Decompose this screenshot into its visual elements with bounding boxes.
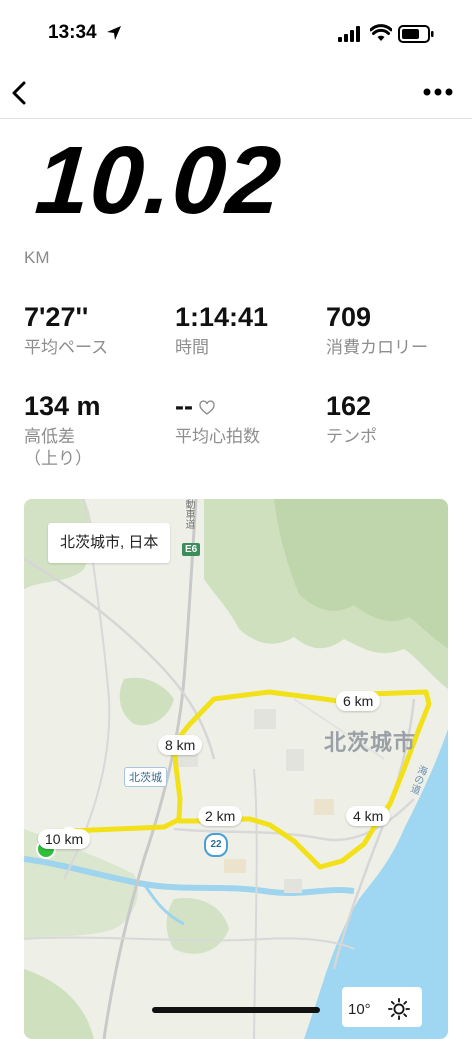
map-canvas [24,499,448,1039]
distance-unit: KM [24,248,50,267]
map-location-chip[interactable]: 北茨城市, 日本 [48,523,171,563]
duration-label: 時間 [175,338,209,357]
station-label: 北茨城 [124,767,167,787]
wifi-icon [370,24,392,41]
city-label: 北茨城市 [324,730,417,755]
km-label-10: 10 km [38,829,91,849]
road-shield-e6: E6 [182,543,201,556]
home-indicator [152,1007,320,1013]
km-label-4: 4 km [346,806,391,826]
heart-rate-value: -- [175,391,193,421]
km-label-2: 2 km [198,806,243,826]
cadence-label: テンポ [326,427,377,446]
sun-icon [388,998,410,1020]
route-badge-22: 22 [204,833,228,857]
road-label-vertical: 動車道 [183,499,194,529]
km-label-6: 6 km [336,691,381,711]
status-bar: 13:34 [0,0,472,70]
elevation-label: 高低差 （上り） [24,427,92,468]
heart-rate-value-row: -- [175,391,215,422]
weather-temp: 10° [348,1001,371,1018]
battery-icon [398,25,434,43]
elevation-value: 134 m [24,391,101,421]
weather-chip: 10° [342,987,422,1027]
nav-bar [0,70,472,119]
back-chevron-icon[interactable] [6,76,34,110]
location-arrow-icon [107,26,121,40]
route-map[interactable]: E6 動車道 北茨城 22 海の道 北茨城市 北茨城市, 日本 2 km 4 k… [24,499,448,1039]
distance-value: 10.02 [32,127,285,234]
heart-icon [199,400,215,415]
status-time: 13:34 [48,22,97,43]
calories-value: 709 [326,302,372,332]
cadence-value: 162 [326,391,372,421]
calories-label: 消費カロリー [326,338,428,357]
duration-value: 1:14:41 [175,302,269,332]
heart-rate-label: 平均心拍数 [175,427,260,446]
km-label-8: 8 km [158,735,203,755]
cellular-signal-icon [338,26,360,42]
more-options-icon[interactable] [420,82,456,102]
pace-label: 平均ペース [24,338,109,357]
pace-value: 7'27'' [24,302,89,332]
